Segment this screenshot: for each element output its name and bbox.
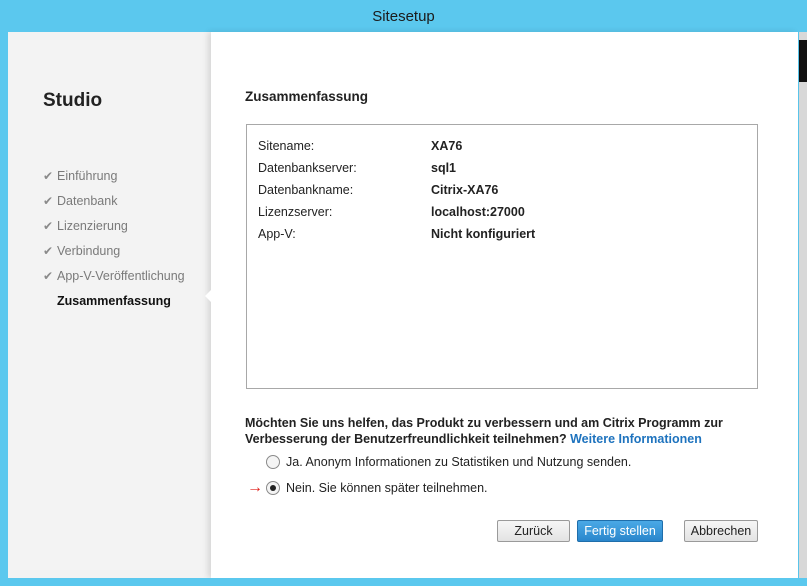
window-bottom-edge [0, 578, 807, 586]
summary-row: Lizenzserver: localhost:27000 [258, 205, 525, 219]
radio-option-yes[interactable]: Ja. Anonym Informationen zu Statistiken … [266, 455, 631, 469]
step-datenbank: ✔ Datenbank [43, 193, 118, 208]
radio-button-selected[interactable] [266, 481, 280, 495]
active-step-pointer [205, 290, 211, 302]
checkmark-icon: ✔ [43, 268, 54, 283]
summary-row: Datenbankname: Citrix-XA76 [258, 183, 499, 197]
setup-window: Sitesetup Studio ✔ Einführung ✔ Datenbank … [0, 0, 807, 586]
cancel-button[interactable]: Abbrechen [684, 520, 758, 542]
summary-row: Datenbankserver: sql1 [258, 161, 457, 175]
step-app-v: ✔ App-V-Veröffentlichung [43, 268, 185, 283]
wizard-content: Zusammenfassung Sitename: XA76 Datenbanks… [205, 32, 798, 578]
wizard-sidebar: Studio ✔ Einführung ✔ Datenbank ✔ Lizenzier… [8, 32, 211, 578]
summary-row: Sitename: XA76 [258, 139, 463, 153]
back-button[interactable]: Zurück [497, 520, 570, 542]
summary-row: App-V: Nicht konfiguriert [258, 227, 536, 241]
radio-option-no[interactable]: Nein. Sie können später teilnehmen. [266, 481, 488, 495]
checkmark-icon: ✔ [43, 193, 54, 208]
step-zusammenfassung: Zusammenfassung [57, 293, 171, 308]
window-title: Sitesetup [372, 7, 435, 25]
step-verbindung: ✔ Verbindung [43, 243, 121, 258]
wizard-steps: ✔ Einführung ✔ Datenbank ✔ Lizenzierung ✔ Ve… [43, 163, 185, 313]
page-title: Zusammenfassung [245, 89, 369, 104]
checkmark-icon: ✔ [43, 218, 54, 233]
more-info-link[interactable]: Weitere Informationen [570, 432, 702, 446]
checkmark-icon: ✔ [43, 168, 54, 183]
app-title: Studio [43, 90, 103, 111]
step-einfuehrung: ✔ Einführung [43, 168, 118, 183]
finish-button[interactable]: Fertig stellen [577, 520, 663, 542]
summary-box: Sitename: XA76 Datenbankserver: sql1 Daten… [246, 124, 758, 389]
background-window-edge [799, 32, 807, 586]
radio-button[interactable] [266, 455, 280, 469]
annotation-arrow-icon: → [247, 479, 263, 496]
checkmark-icon: ✔ [43, 243, 54, 258]
step-lizenzierung: ✔ Lizenzierung [43, 218, 128, 233]
ceip-question: Möchten Sie uns helfen, das Produkt zu v… [245, 416, 723, 446]
